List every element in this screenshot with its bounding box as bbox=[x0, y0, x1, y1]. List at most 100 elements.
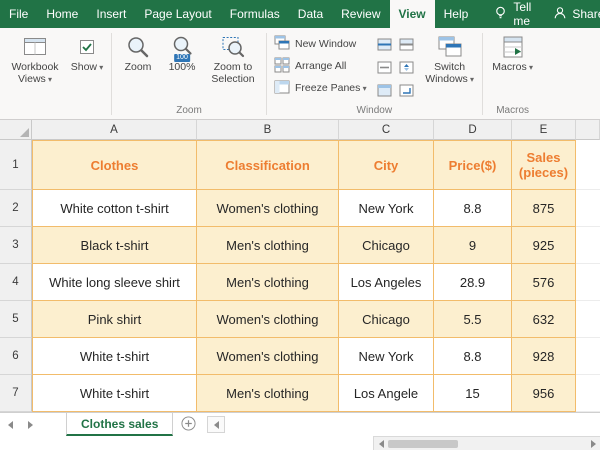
row-header-7[interactable]: 7 bbox=[0, 375, 32, 412]
view-side-by-side-button[interactable] bbox=[397, 35, 417, 56]
share-label: Share bbox=[572, 7, 600, 21]
ribbon-tab-view[interactable]: View bbox=[389, 0, 435, 28]
cell-e3[interactable]: 925 bbox=[512, 227, 576, 264]
cell-c6[interactable]: New York bbox=[339, 338, 434, 375]
workbook-views-button[interactable]: Workbook Views bbox=[4, 29, 66, 87]
cell-b3[interactable]: Men's clothing bbox=[197, 227, 339, 264]
empty-cell[interactable] bbox=[576, 301, 600, 338]
synchronous-scrolling-button[interactable] bbox=[397, 58, 417, 79]
zoom-100-button[interactable]: 100 100% bbox=[161, 29, 203, 74]
share-button[interactable]: Share bbox=[541, 0, 600, 28]
show-button[interactable]: Show bbox=[66, 29, 108, 75]
cell-d3[interactable]: 9 bbox=[434, 227, 512, 264]
cell-c7[interactable]: Los Angele bbox=[339, 375, 434, 412]
group-label-window: Window bbox=[356, 105, 393, 116]
cell-c3[interactable]: Chicago bbox=[339, 227, 434, 264]
ribbon-tab-formulas[interactable]: Formulas bbox=[221, 0, 289, 28]
row-header-2[interactable]: 2 bbox=[0, 190, 32, 227]
arrange-all-button[interactable]: Arrange All bbox=[270, 55, 371, 77]
cell-b4[interactable]: Men's clothing bbox=[197, 264, 339, 301]
cell-e6[interactable]: 928 bbox=[512, 338, 576, 375]
sheet-nav-left-button[interactable] bbox=[0, 413, 20, 436]
sheet-nav-right-button[interactable] bbox=[20, 413, 40, 436]
empty-cell[interactable] bbox=[576, 375, 600, 412]
cell-d5[interactable]: 5.5 bbox=[434, 301, 512, 338]
empty-cell[interactable] bbox=[576, 190, 600, 227]
cell-b1[interactable]: Classification bbox=[197, 140, 339, 190]
column-header-a[interactable]: A bbox=[32, 120, 197, 140]
row-header-6[interactable]: 6 bbox=[0, 338, 32, 375]
cell-c4[interactable]: Los Angeles bbox=[339, 264, 434, 301]
reset-window-position-button[interactable] bbox=[397, 81, 417, 102]
scrollbar-track[interactable] bbox=[458, 437, 586, 450]
unhide-window-button[interactable] bbox=[375, 81, 395, 102]
cell-a2[interactable]: White cotton t-shirt bbox=[32, 190, 197, 227]
row-header-5[interactable]: 5 bbox=[0, 301, 32, 338]
macros-button[interactable]: Macros bbox=[486, 29, 540, 75]
row-header-4[interactable]: 4 bbox=[0, 264, 32, 301]
column-header-d[interactable]: D bbox=[434, 120, 512, 140]
cell-b6[interactable]: Women's clothing bbox=[197, 338, 339, 375]
tell-me-button[interactable]: Tell me bbox=[483, 0, 541, 28]
ribbon-tab-file[interactable]: File bbox=[0, 0, 37, 28]
cell-d4[interactable]: 28.9 bbox=[434, 264, 512, 301]
cell-c2[interactable]: New York bbox=[339, 190, 434, 227]
ribbon-tab-help[interactable]: Help bbox=[435, 0, 478, 28]
empty-cell[interactable] bbox=[576, 264, 600, 301]
cell-d1[interactable]: Price($) bbox=[434, 140, 512, 190]
row-header-3[interactable]: 3 bbox=[0, 227, 32, 264]
cell-e4[interactable]: 576 bbox=[512, 264, 576, 301]
cell-a5[interactable]: Pink shirt bbox=[32, 301, 197, 338]
cell-d2[interactable]: 8.8 bbox=[434, 190, 512, 227]
scroll-left-button[interactable] bbox=[374, 437, 388, 450]
cell-a3[interactable]: Black t-shirt bbox=[32, 227, 197, 264]
empty-cell[interactable] bbox=[576, 338, 600, 375]
reset-window-position-icon bbox=[399, 84, 414, 100]
cell-a1[interactable]: Clothes bbox=[32, 140, 197, 190]
ribbon-tab-home[interactable]: Home bbox=[37, 0, 87, 28]
scroll-right-button[interactable] bbox=[586, 437, 600, 450]
zoom-to-selection-button[interactable]: Zoom to Selection bbox=[203, 29, 263, 86]
column-header-e[interactable]: E bbox=[512, 120, 576, 140]
ribbon-tab-review[interactable]: Review bbox=[332, 0, 389, 28]
switch-windows-button[interactable]: Switch Windows bbox=[421, 29, 479, 87]
sheet-tab-clothes-sales[interactable]: Clothes sales bbox=[66, 413, 174, 436]
row-header-1[interactable]: 1 bbox=[0, 140, 32, 190]
split-button[interactable] bbox=[375, 35, 395, 56]
zoom-100-icon: 100 bbox=[169, 33, 195, 62]
cell-e7[interactable]: 956 bbox=[512, 375, 576, 412]
ribbon-tab-insert[interactable]: Insert bbox=[87, 0, 135, 28]
freeze-panes-button[interactable]: Freeze Panes bbox=[270, 77, 371, 99]
cell-d6[interactable]: 8.8 bbox=[434, 338, 512, 375]
cell-e5[interactable]: 632 bbox=[512, 301, 576, 338]
cell-a6[interactable]: White t-shirt bbox=[32, 338, 197, 375]
new-window-button[interactable]: New Window bbox=[270, 33, 371, 55]
cell-c5[interactable]: Chicago bbox=[339, 301, 434, 338]
zoom-label: Zoom bbox=[124, 61, 152, 73]
cell-b5[interactable]: Women's clothing bbox=[197, 301, 339, 338]
cell-a7[interactable]: White t-shirt bbox=[32, 375, 197, 412]
hide-window-button[interactable] bbox=[375, 58, 395, 79]
column-header-c[interactable]: C bbox=[339, 120, 434, 140]
cell-d7[interactable]: 15 bbox=[434, 375, 512, 412]
ribbon-tab-data[interactable]: Data bbox=[289, 0, 332, 28]
cell-e2[interactable]: 875 bbox=[512, 190, 576, 227]
switch-windows-label: Switch Windows bbox=[423, 61, 477, 86]
ribbon-tab-page-layout[interactable]: Page Layout bbox=[135, 0, 220, 28]
tab-scroll-left-button[interactable] bbox=[207, 416, 226, 433]
select-all-corner[interactable] bbox=[0, 120, 32, 140]
empty-cell[interactable] bbox=[576, 227, 600, 264]
column-header-b[interactable]: B bbox=[197, 120, 339, 140]
empty-cell[interactable] bbox=[576, 140, 600, 190]
cell-b7[interactable]: Men's clothing bbox=[197, 375, 339, 412]
cell-a4[interactable]: White long sleeve shirt bbox=[32, 264, 197, 301]
ribbon-group-window: New Window Arrange All Freeze Panes ▾ Sw… bbox=[270, 29, 479, 119]
cell-c1[interactable]: City bbox=[339, 140, 434, 190]
zoom-button[interactable]: Zoom bbox=[115, 29, 161, 74]
scrollbar-thumb[interactable] bbox=[388, 439, 458, 448]
cell-e1[interactable]: Sales (pieces) bbox=[512, 140, 576, 190]
group-separator bbox=[481, 33, 483, 115]
cell-b2[interactable]: Women's clothing bbox=[197, 190, 339, 227]
spreadsheet: A B C D E 1 Clothes Classification City … bbox=[0, 120, 600, 412]
new-sheet-button[interactable] bbox=[173, 413, 203, 436]
